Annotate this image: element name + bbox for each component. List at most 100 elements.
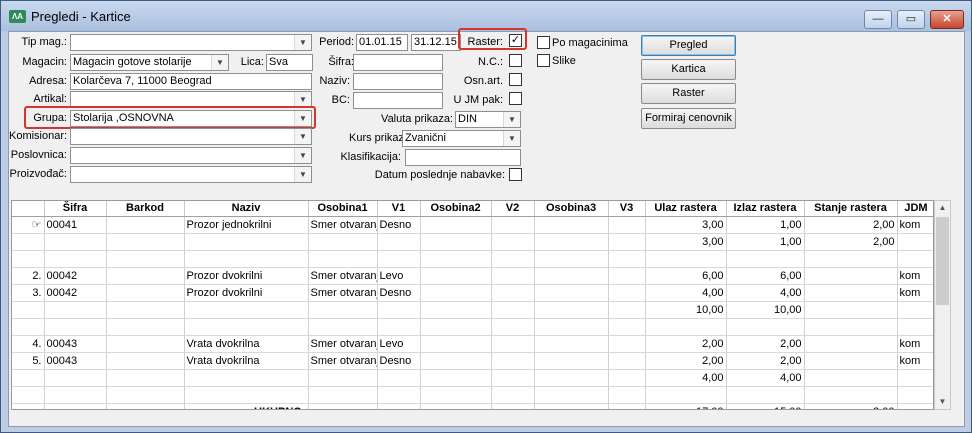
empty-cell <box>184 318 309 336</box>
valuta-combo[interactable]: DIN ▼ <box>455 111 521 128</box>
empty-cell <box>608 233 646 251</box>
cell-rownum: 2. <box>12 267 45 285</box>
chevron-down-icon[interactable]: ▼ <box>211 55 228 70</box>
title-bar[interactable]: ΛΑ Pregledi - Kartice — ▭ ✕ <box>1 1 971 31</box>
col-osobina1-header[interactable]: Osobina1 <box>308 201 378 217</box>
cell-osobina1: Smer otvaranja <box>308 335 378 353</box>
empty-cell <box>608 386 646 404</box>
lica-field[interactable]: Sva <box>266 54 313 71</box>
chevron-down-icon[interactable]: ▼ <box>503 131 520 146</box>
empty-cell <box>377 318 421 336</box>
cell-jdm: kom <box>897 216 933 234</box>
magacin-combo[interactable]: Magacin gotove stolarije ▼ <box>70 54 229 71</box>
col-sifra-header[interactable]: Šifra <box>44 201 107 217</box>
cell-osobina3 <box>534 216 609 234</box>
formiraj-cenovnik-button[interactable]: Formiraj cenovnik <box>641 108 736 129</box>
poslovnica-combo[interactable]: ▼ <box>70 147 312 164</box>
chevron-down-icon[interactable]: ▼ <box>294 35 311 50</box>
total-ulaz: 17,00 <box>644 402 727 409</box>
klasifikacija-field[interactable] <box>405 149 521 166</box>
total-ulaz: 3,00 <box>644 232 727 251</box>
col-osobina3-header[interactable]: Osobina3 <box>534 201 609 217</box>
datum-nabavke-label: Datum poslednje nabavke: <box>374 169 505 181</box>
empty-cell <box>420 369 492 387</box>
empty-cell <box>106 369 185 387</box>
col-v3-header[interactable]: V3 <box>608 201 646 217</box>
cell-barkod <box>106 335 185 353</box>
col-jdm-header[interactable]: JDM <box>897 201 933 217</box>
table-row[interactable]: ☞00041 Prozor jednokrilniSmer otvaranjaDe… <box>12 216 933 234</box>
chevron-down-icon[interactable]: ▼ <box>294 148 311 163</box>
slike-checkbox[interactable] <box>537 54 550 67</box>
chevron-down-icon[interactable]: ▼ <box>294 129 311 144</box>
naziv-field[interactable] <box>353 73 443 90</box>
proizvodjac-combo[interactable]: ▼ <box>70 166 312 183</box>
pregled-button[interactable]: Pregled <box>641 35 736 56</box>
vertical-scrollbar[interactable]: ▲ ▼ <box>934 200 951 410</box>
scroll-down-icon[interactable]: ▼ <box>935 395 950 409</box>
cell-jdm: kom <box>897 335 933 353</box>
empty-cell <box>44 369 107 387</box>
group-total-row[interactable]: 4,00 4,00 <box>12 368 933 387</box>
sifra-field[interactable] <box>353 54 443 71</box>
kurs-label: Kurs prikaza: <box>349 132 414 144</box>
scroll-thumb[interactable] <box>936 217 949 305</box>
bc-field[interactable] <box>353 92 443 109</box>
kurs-combo[interactable]: Zvanični ▼ <box>402 130 521 147</box>
empty-cell <box>897 318 933 336</box>
table-row[interactable]: 4.00043 Vrata dvokrilnaSmer otvaranjaLevo… <box>12 335 933 353</box>
col-barkod-header[interactable]: Barkod <box>106 201 185 217</box>
empty-cell <box>44 403 107 409</box>
raster-button[interactable]: Raster <box>641 83 736 104</box>
chevron-down-icon[interactable]: ▼ <box>294 92 311 107</box>
artikal-label: Artikal: <box>33 93 67 105</box>
results-grid[interactable]: Šifra Barkod Naziv Osobina1 V1 Osobina2 V2 Osob… <box>11 200 934 410</box>
nc-checkbox[interactable] <box>509 54 522 67</box>
table-row[interactable]: 2.00042 Prozor dvokrilniSmer otvaranjaLev… <box>12 267 933 285</box>
empty-cell <box>420 250 492 268</box>
col-naziv-header[interactable]: Naziv <box>184 201 309 217</box>
empty-cell <box>491 318 535 336</box>
col-v1-header[interactable]: V1 <box>377 201 421 217</box>
chevron-down-icon[interactable]: ▼ <box>294 167 311 182</box>
cell-stanje: 2,00 <box>804 216 898 234</box>
total-izlaz: 15,00 <box>725 402 805 409</box>
group-total-row[interactable]: 3,00 1,00 2,00 <box>12 232 933 251</box>
datum-nabavke-checkbox[interactable] <box>509 168 522 181</box>
table-header-row: Šifra Barkod Naziv Osobina1 V1 Osobina2 V2 Osob… <box>12 201 933 217</box>
grand-total-row[interactable]: UKUPNO: 17,0015,002,00 <box>12 402 933 409</box>
col-rownum-header[interactable] <box>12 201 45 217</box>
col-izlaz-rastera-header[interactable]: Izlaz rastera <box>726 201 805 217</box>
cell-sifra: 00043 <box>44 352 107 370</box>
osn-art-checkbox[interactable] <box>509 73 522 86</box>
period-from-field[interactable]: 01.01.15 <box>356 34 408 51</box>
kartica-button[interactable]: Kartica <box>641 59 736 80</box>
empty-cell <box>534 318 609 336</box>
period-label: Period: <box>319 36 354 48</box>
u-jm-pak-checkbox[interactable] <box>509 92 522 105</box>
minimize-button[interactable]: — <box>864 10 892 29</box>
table-row[interactable]: 5.00043 Vrata dvokrilnaSmer otvaranjaDesn… <box>12 352 933 370</box>
cell-rownum: 4. <box>12 335 45 353</box>
col-stanje-rastera-header[interactable]: Stanje rastera <box>804 201 898 217</box>
col-ulaz-rastera-header[interactable]: Ulaz rastera <box>645 201 727 217</box>
chevron-down-icon[interactable]: ▼ <box>503 112 520 127</box>
po-magacinima-checkbox[interactable] <box>537 36 550 49</box>
close-button[interactable]: ✕ <box>930 10 964 29</box>
col-osobina2-header[interactable]: Osobina2 <box>420 201 492 217</box>
scroll-up-icon[interactable]: ▲ <box>935 201 950 215</box>
empty-cell <box>184 233 309 251</box>
empty-cell <box>106 318 185 336</box>
col-v2-header[interactable]: V2 <box>491 201 535 217</box>
empty-cell <box>726 318 805 336</box>
results-table: Šifra Barkod Naziv Osobina1 V1 Osobina2 V2 Osob… <box>12 201 933 409</box>
adresa-field[interactable]: Kolarčeva 7, 11000 Beograd <box>70 73 312 90</box>
komisionar-combo[interactable]: ▼ <box>70 128 312 145</box>
empty-cell <box>308 369 378 387</box>
tip-mag-combo[interactable]: ▼ <box>70 34 312 51</box>
group-total-row[interactable]: 10,00 10,00 <box>12 300 933 319</box>
restore-button[interactable]: ▭ <box>897 10 925 29</box>
cell-barkod <box>106 284 185 302</box>
table-row[interactable]: 3.00042 Prozor dvokrilniSmer otvaranjaDes… <box>12 284 933 302</box>
empty-cell <box>184 386 309 404</box>
